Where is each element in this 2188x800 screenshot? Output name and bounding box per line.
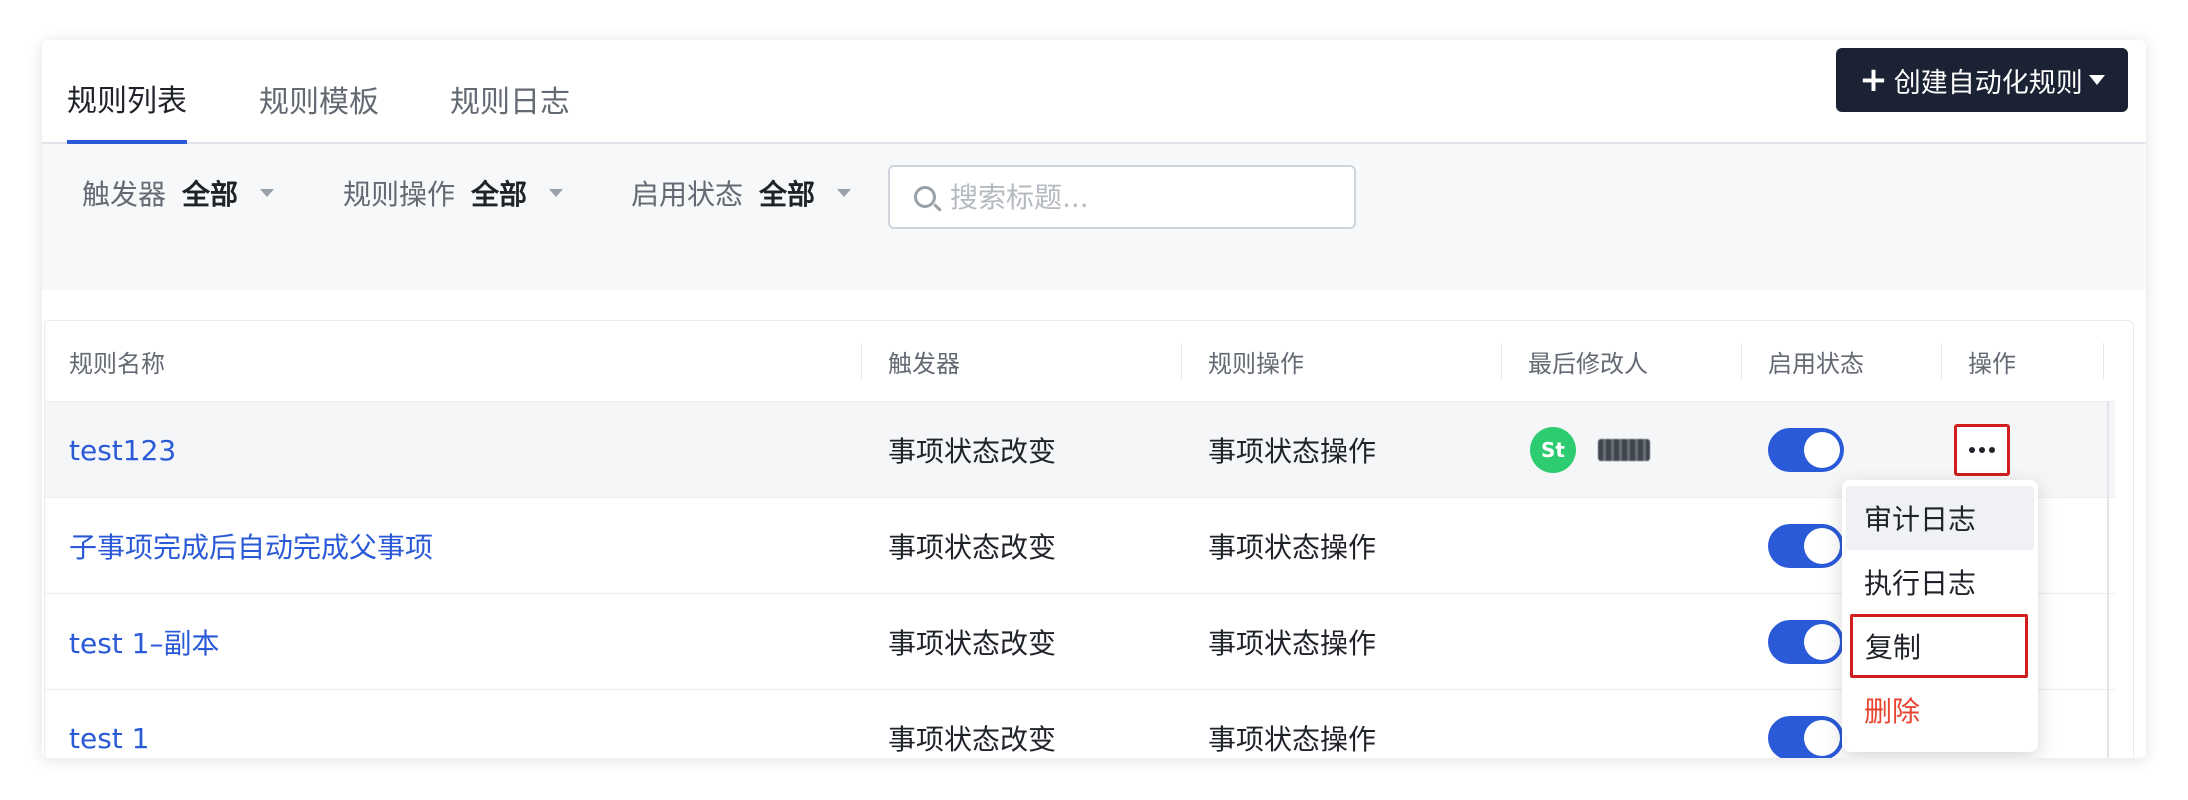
avatar: St — [1530, 427, 1576, 473]
rule-trigger: 事项状态改变 — [888, 531, 1057, 564]
scrollbar[interactable] — [2107, 401, 2109, 758]
column-header-last-modifier: 最后修改人 — [1528, 349, 1648, 378]
enabled-cell — [1768, 690, 1844, 758]
rules-table: 规则名称 触发器 规则操作 最后修改人 启用状态 操作 test123 事项状态… — [44, 320, 2134, 758]
search-input[interactable] — [950, 180, 1330, 214]
toggle-knob — [1804, 432, 1840, 468]
column-divider — [1941, 343, 1942, 379]
tabs-bar: 规则列表 规则模板 规则日志 + 创建自动化规则 — [42, 40, 2146, 144]
column-divider — [1741, 343, 1742, 379]
caret-down-icon — [837, 189, 852, 197]
column-header-operations: 操作 — [1968, 349, 2016, 378]
column-header-enabled-status: 启用状态 — [1768, 349, 1864, 378]
rule-trigger: 事项状态改变 — [888, 435, 1057, 468]
table-row[interactable]: test 1–副本 事项状态改变 事项状态操作 — [45, 593, 2115, 689]
enabled-toggle[interactable] — [1768, 524, 1844, 568]
enabled-cell — [1768, 498, 1844, 594]
enabled-toggle[interactable] — [1768, 428, 1844, 472]
column-header-rule-action: 规则操作 — [1208, 349, 1304, 378]
plus-icon: + — [1859, 60, 1888, 100]
filter-trigger-label: 触发器 — [82, 178, 167, 211]
filter-rule-action-label: 规则操作 — [343, 178, 456, 211]
column-header-trigger: 触发器 — [888, 349, 960, 378]
more-actions-button[interactable] — [1954, 424, 2010, 476]
caret-down-icon — [260, 189, 275, 197]
rule-name-link[interactable]: test 1–副本 — [69, 594, 220, 690]
toggle-knob — [1804, 528, 1840, 564]
enabled-toggle[interactable] — [1768, 620, 1844, 664]
table-row[interactable]: test 1 事项状态改变 事项状态操作 — [45, 689, 2115, 758]
create-automation-rule-button[interactable]: + 创建自动化规则 — [1836, 48, 2128, 112]
column-divider — [1181, 343, 1182, 379]
caret-down-icon — [2088, 75, 2105, 85]
rule-name-link[interactable]: test123 — [69, 402, 176, 498]
enabled-toggle[interactable] — [1768, 716, 1844, 758]
enabled-cell — [1768, 402, 1844, 498]
table-header: 规则名称 触发器 规则操作 最后修改人 启用状态 操作 — [45, 321, 2133, 401]
row-actions-menu: 审计日志 执行日志 复制 删除 — [1842, 480, 2038, 752]
column-divider — [1501, 343, 1502, 379]
redacted-username — [1598, 439, 1650, 461]
create-button-label: 创建自动化规则 — [1893, 67, 2083, 99]
rule-action: 事项状态操作 — [1208, 435, 1377, 468]
filter-enabled-status-value: 全部 — [759, 178, 816, 211]
filter-enabled-status[interactable]: 启用状态 全部 — [631, 144, 852, 242]
menu-item-delete[interactable]: 删除 — [1846, 678, 2034, 742]
menu-item-audit-log[interactable]: 审计日志 — [1846, 486, 2034, 550]
search-box[interactable] — [888, 165, 1356, 229]
rule-action: 事项状态操作 — [1208, 627, 1377, 660]
more-icon-dot — [1979, 447, 1985, 453]
column-divider — [2103, 343, 2104, 379]
rule-action: 事项状态操作 — [1208, 531, 1377, 564]
automation-rules-panel: 规则列表 规则模板 规则日志 + 创建自动化规则 触发器 全部 规则操作 全部 … — [42, 40, 2146, 758]
column-divider — [861, 343, 862, 379]
search-icon — [914, 186, 936, 208]
tab-rule-list[interactable]: 规则列表 — [67, 56, 187, 144]
table-row[interactable]: 子事项完成后自动完成父事项 事项状态改变 事项状态操作 — [45, 497, 2115, 593]
more-icon-dot — [1989, 447, 1995, 453]
toggle-knob — [1804, 624, 1840, 660]
filter-trigger-value: 全部 — [182, 178, 239, 211]
menu-item-copy[interactable]: 复制 — [1850, 614, 2028, 678]
toggle-knob — [1804, 720, 1840, 756]
tab-rule-templates[interactable]: 规则模板 — [259, 56, 379, 142]
rule-trigger: 事项状态改变 — [888, 627, 1057, 660]
rule-action: 事项状态操作 — [1208, 723, 1377, 756]
enabled-cell — [1768, 594, 1844, 690]
more-icon — [1969, 447, 1975, 453]
table-row[interactable]: test123 事项状态改变 事项状态操作 St — [45, 401, 2115, 497]
filter-enabled-status-label: 启用状态 — [631, 178, 744, 211]
filter-trigger[interactable]: 触发器 全部 — [82, 144, 275, 242]
caret-down-icon — [549, 189, 564, 197]
rule-trigger: 事项状态改变 — [888, 723, 1057, 756]
rule-name-link[interactable]: test 1 — [69, 690, 150, 758]
filter-rule-action[interactable]: 规则操作 全部 — [343, 144, 564, 242]
menu-item-execution-log[interactable]: 执行日志 — [1846, 550, 2034, 614]
filter-rule-action-value: 全部 — [471, 178, 528, 211]
column-header-rule-name: 规则名称 — [69, 349, 165, 378]
last-modifier: St — [1530, 402, 1650, 498]
tab-rule-logs[interactable]: 规则日志 — [450, 56, 570, 142]
rule-name-link[interactable]: 子事项完成后自动完成父事项 — [69, 498, 433, 594]
